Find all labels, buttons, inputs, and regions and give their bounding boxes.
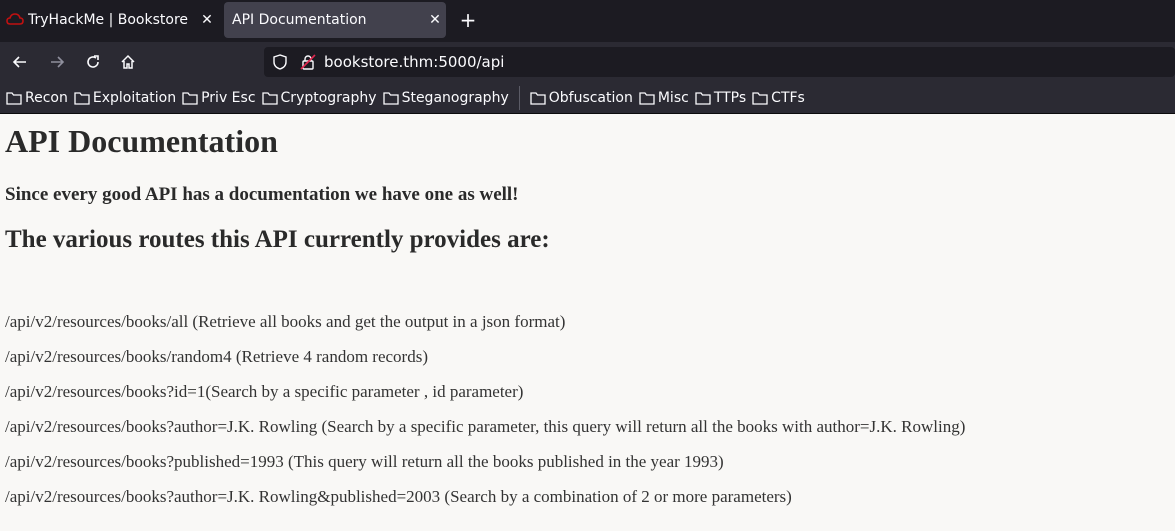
bookmark-cryptography[interactable]: Cryptography: [261, 89, 377, 106]
bookmark-misc[interactable]: Misc: [639, 90, 689, 106]
shield-icon[interactable]: [272, 54, 288, 70]
intro-text: Since every good API has a documentation…: [5, 184, 519, 205]
bookmark-label: Misc: [657, 89, 689, 106]
routes-list: /api/v2/resources/books/all (Retrieve al…: [5, 304, 1170, 514]
bookmarks-toolbar: Recon Exploitation Priv Esc Cryptography…: [0, 82, 1175, 114]
reload-icon[interactable]: [81, 50, 105, 74]
bookmark-exploitation[interactable]: Exploitation: [74, 90, 176, 106]
new-tab-icon[interactable]: +: [456, 6, 480, 34]
address-bar[interactable]: bookstore.thm:5000/api: [264, 47, 1175, 77]
bookmark-label: Cryptography: [280, 89, 377, 106]
page-title: API Documentation: [5, 123, 278, 159]
folder-icon: [261, 91, 278, 105]
browser-chrome: TryHackMe | Bookstore ✕ API Documentatio…: [0, 0, 1175, 114]
folder-icon: [530, 91, 546, 105]
bookmark-label: Obfuscation: [548, 89, 633, 106]
bookmark-ctfs[interactable]: CTFs: [752, 90, 805, 106]
insecure-lock-icon[interactable]: [300, 54, 316, 70]
tab-label: TryHackMe | Bookstore: [28, 12, 189, 28]
bookmark-recon[interactable]: Recon: [6, 90, 68, 106]
bookmark-label: Recon: [25, 89, 68, 106]
tab-tryhackme[interactable]: TryHackMe | Bookstore ✕: [0, 0, 218, 40]
folder-icon: [752, 91, 768, 105]
bookmark-label: TTPs: [713, 89, 747, 106]
bookmark-ttps[interactable]: TTPs: [695, 90, 746, 106]
folder-icon: [382, 91, 399, 105]
bookmark-priv-esc[interactable]: Priv Esc: [182, 89, 256, 106]
back-arrow-icon[interactable]: [8, 50, 32, 74]
bookmark-steganography[interactable]: Steganography: [382, 89, 509, 106]
close-icon[interactable]: ✕: [196, 12, 218, 28]
navigation-bar: bookstore.thm:5000/api: [0, 42, 1175, 82]
url-text[interactable]: bookstore.thm:5000/api: [324, 53, 504, 71]
folder-icon: [695, 91, 711, 105]
routes-heading: The various routes this API currently pr…: [5, 226, 550, 253]
folder-icon: [639, 91, 655, 105]
route-item: /api/v2/resources/books?published=1993 (…: [5, 452, 724, 471]
page-content: API Documentation Since every good API h…: [0, 121, 1175, 514]
forward-arrow-icon[interactable]: [45, 50, 69, 74]
route-item: /api/v2/resources/books?author=J.K. Rowl…: [5, 417, 966, 436]
home-icon[interactable]: [116, 50, 140, 74]
tab-api-documentation[interactable]: API Documentation ✕: [224, 2, 446, 38]
folder-icon: [182, 91, 198, 105]
bookmark-label: CTFs: [771, 89, 805, 106]
tab-bar: TryHackMe | Bookstore ✕ API Documentatio…: [0, 0, 1175, 42]
bookmark-label: Steganography: [401, 89, 509, 106]
folder-icon: [6, 91, 22, 105]
tab-label: API Documentation: [232, 12, 367, 28]
bookmark-separator: [518, 85, 520, 110]
route-item: /api/v2/resources/books?id=1(Search by a…: [5, 382, 524, 401]
bookmark-obfuscation[interactable]: Obfuscation: [530, 90, 633, 106]
route-item: /api/v2/resources/books?author=J.K. Rowl…: [5, 487, 792, 506]
route-item: /api/v2/resources/books/all (Retrieve al…: [5, 312, 566, 331]
close-icon[interactable]: ✕: [424, 12, 446, 28]
route-item: /api/v2/resources/books/random4 (Retriev…: [5, 347, 428, 366]
tryhackme-favicon-icon: [6, 11, 24, 29]
bookmark-label: Exploitation: [92, 89, 177, 106]
bookmark-label: Priv Esc: [201, 89, 256, 106]
folder-icon: [74, 91, 90, 105]
